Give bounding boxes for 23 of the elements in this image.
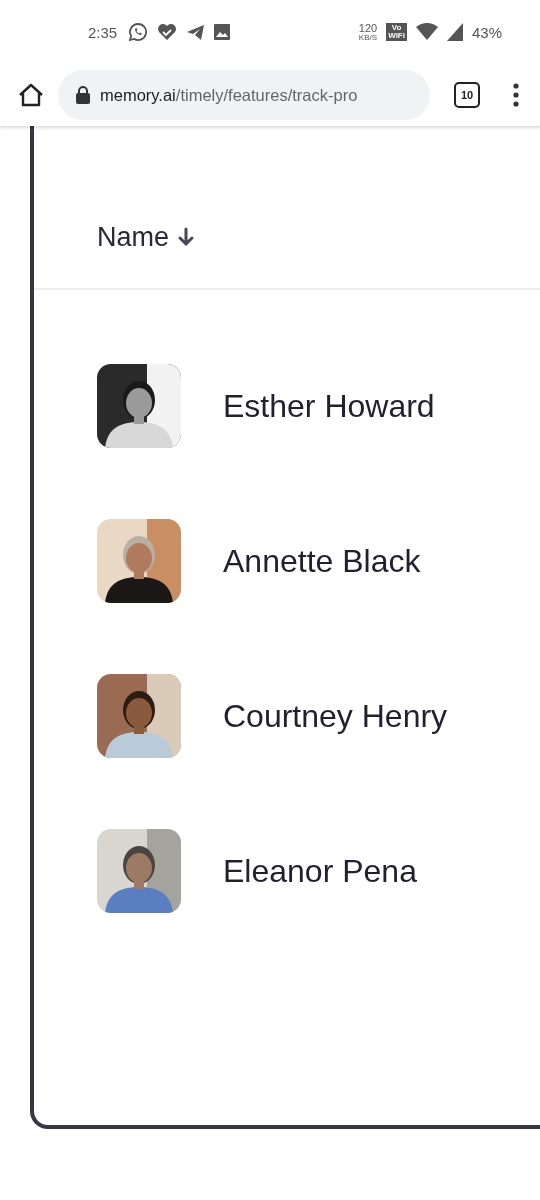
person-name: Annette Black <box>223 542 421 580</box>
paper-plane-icon <box>186 23 206 41</box>
wifi-icon <box>415 23 438 41</box>
clock-time: 2:35 <box>88 23 118 41</box>
person-name: Esther Howard <box>223 387 435 425</box>
home-icon[interactable] <box>18 83 44 107</box>
lock-icon <box>76 86 90 104</box>
speed-unit: KB/S <box>358 33 378 42</box>
sort-arrow-icon[interactable] <box>177 227 196 247</box>
more-options-icon[interactable] <box>512 83 520 107</box>
heart-check-icon <box>157 23 178 41</box>
tab-count-button[interactable]: 10 <box>454 82 480 108</box>
network-speed: 120 <box>358 22 378 34</box>
wifi-calling-badge: Vo WiFi <box>386 23 407 41</box>
battery-level: 43% <box>471 23 502 41</box>
column-header[interactable]: Name <box>97 221 170 253</box>
person-name: Eleanor Pena <box>223 852 417 890</box>
address-bar[interactable]: memory.ai/timely/features/track-pro <box>58 70 430 120</box>
signal-icon <box>446 23 463 41</box>
url-text: memory.ai/timely/features/track-pro <box>100 85 358 105</box>
person-name: Courtney Henry <box>223 697 448 735</box>
image-icon <box>214 24 231 40</box>
chat-bubble-icon <box>128 22 149 42</box>
